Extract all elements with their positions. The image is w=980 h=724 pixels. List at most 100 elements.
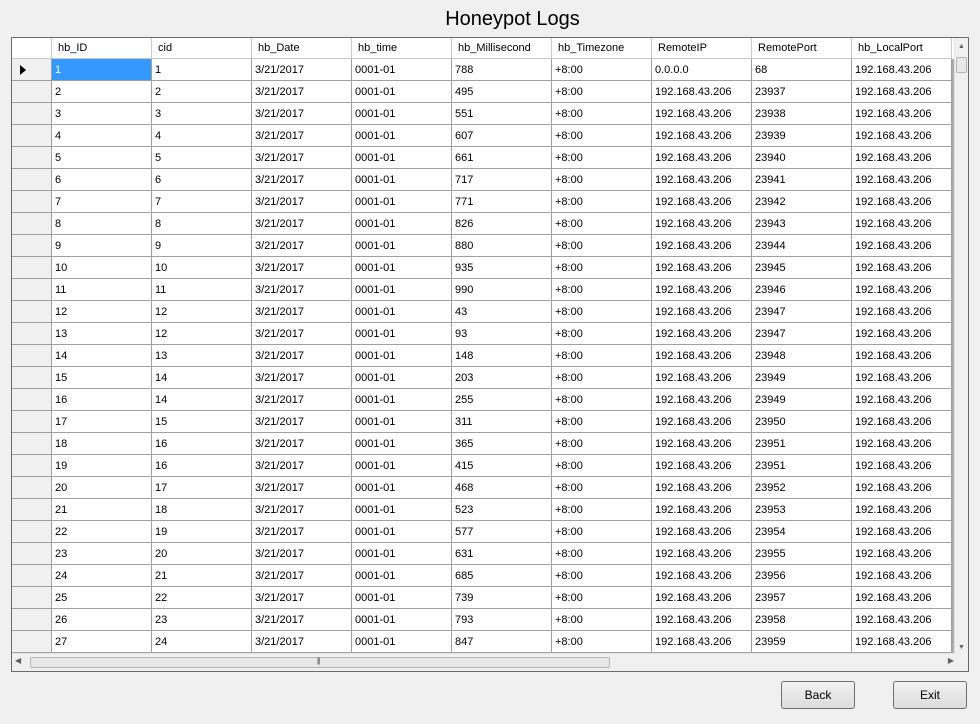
row-header[interactable] [12, 631, 52, 653]
table-cell-hb-id[interactable]: 17 [52, 411, 152, 433]
row-header[interactable] [12, 191, 52, 213]
table-cell-hb-id[interactable]: 23 [52, 543, 152, 565]
table-cell-hb-timezone[interactable]: +8:00 [552, 477, 652, 499]
table-cell-hb-id[interactable]: 1 [52, 59, 152, 81]
table-cell-cid[interactable]: 2 [152, 81, 252, 103]
table-cell-hb-time[interactable]: 0001-01 [352, 389, 452, 411]
table-cell-hb-id[interactable]: 24 [52, 565, 152, 587]
table-cell-remoteport[interactable]: 23950 [752, 411, 852, 433]
table-row[interactable]: 27 24 3/21/2017 0001-01 847 +8:00 192.168.43.2… [12, 631, 957, 653]
table-cell-hb-date[interactable]: 3/21/2017 [252, 125, 352, 147]
table-cell-hb-id[interactable]: 8 [52, 213, 152, 235]
row-header[interactable] [12, 587, 52, 609]
table-cell-cid[interactable]: 14 [152, 367, 252, 389]
table-cell-hb-timezone[interactable]: +8:00 [552, 169, 652, 191]
table-cell-hb-localport[interactable]: 192.168.43.206 [852, 301, 952, 323]
table-cell-hb-id[interactable]: 15 [52, 367, 152, 389]
table-cell-hb-localport[interactable]: 192.168.43.206 [852, 279, 952, 301]
table-cell-hb-date[interactable]: 3/21/2017 [252, 323, 352, 345]
table-cell-hb-timezone[interactable]: +8:00 [552, 543, 652, 565]
table-cell-remoteport[interactable]: 23953 [752, 499, 852, 521]
table-cell-hb-time[interactable]: 0001-01 [352, 477, 452, 499]
table-cell-cid[interactable]: 11 [152, 279, 252, 301]
table-cell-cid[interactable]: 13 [152, 345, 252, 367]
table-cell-remoteip[interactable]: 192.168.43.206 [652, 411, 752, 433]
table-cell-cid[interactable]: 15 [152, 411, 252, 433]
table-cell-remoteport[interactable]: 23937 [752, 81, 852, 103]
table-cell-cid[interactable]: 9 [152, 235, 252, 257]
table-cell-cid[interactable]: 12 [152, 301, 252, 323]
data-grid[interactable]: hb_ID cid hb_Date hb_time hb_Millisecond hb_T… [11, 37, 969, 672]
table-cell-hb-date[interactable]: 3/21/2017 [252, 345, 352, 367]
table-cell-cid[interactable]: 12 [152, 323, 252, 345]
table-cell-hb-id[interactable]: 7 [52, 191, 152, 213]
table-cell-hb-timezone[interactable]: +8:00 [552, 191, 652, 213]
table-cell-hb-timezone[interactable]: +8:00 [552, 213, 652, 235]
row-header[interactable] [12, 103, 52, 125]
table-cell-hb-localport[interactable]: 192.168.43.206 [852, 587, 952, 609]
row-header[interactable] [12, 125, 52, 147]
row-header[interactable] [12, 345, 52, 367]
column-header-hb-time[interactable]: hb_time [352, 38, 452, 59]
table-row[interactable]: 19 16 3/21/2017 0001-01 415 +8:00 192.168.43.2… [12, 455, 957, 477]
table-cell-hb-date[interactable]: 3/21/2017 [252, 301, 352, 323]
table-cell-hb-time[interactable]: 0001-01 [352, 147, 452, 169]
table-cell-cid[interactable]: 4 [152, 125, 252, 147]
table-cell-hb-millisecond[interactable]: 415 [452, 455, 552, 477]
table-cell-remoteport[interactable]: 23940 [752, 147, 852, 169]
table-cell-hb-date[interactable]: 3/21/2017 [252, 213, 352, 235]
table-cell-hb-time[interactable]: 0001-01 [352, 609, 452, 631]
table-cell-remoteip[interactable]: 192.168.43.206 [652, 301, 752, 323]
table-cell-hb-timezone[interactable]: +8:00 [552, 81, 652, 103]
table-cell-hb-millisecond[interactable]: 203 [452, 367, 552, 389]
table-cell-hb-localport[interactable]: 192.168.43.206 [852, 191, 952, 213]
table-row[interactable]: 20 17 3/21/2017 0001-01 468 +8:00 192.168.43.2… [12, 477, 957, 499]
table-cell-cid[interactable]: 16 [152, 455, 252, 477]
table-cell-hb-date[interactable]: 3/21/2017 [252, 433, 352, 455]
table-cell-hb-millisecond[interactable]: 631 [452, 543, 552, 565]
table-cell-remoteip[interactable]: 192.168.43.206 [652, 147, 752, 169]
table-cell-remoteport[interactable]: 23952 [752, 477, 852, 499]
table-cell-remoteip[interactable]: 192.168.43.206 [652, 565, 752, 587]
table-cell-hb-id[interactable]: 2 [52, 81, 152, 103]
table-cell-remoteip[interactable]: 192.168.43.206 [652, 631, 752, 653]
table-cell-remoteport[interactable]: 23943 [752, 213, 852, 235]
table-cell-cid[interactable]: 20 [152, 543, 252, 565]
table-cell-hb-time[interactable]: 0001-01 [352, 411, 452, 433]
table-cell-remoteip[interactable]: 192.168.43.206 [652, 389, 752, 411]
table-cell-cid[interactable]: 7 [152, 191, 252, 213]
table-cell-hb-millisecond[interactable]: 990 [452, 279, 552, 301]
table-cell-hb-id[interactable]: 27 [52, 631, 152, 653]
table-cell-hb-timezone[interactable]: +8:00 [552, 147, 652, 169]
table-cell-hb-time[interactable]: 0001-01 [352, 235, 452, 257]
table-cell-remoteport[interactable]: 23938 [752, 103, 852, 125]
row-header[interactable] [12, 279, 52, 301]
scroll-down-arrow-icon[interactable]: ▼ [957, 641, 966, 653]
table-row[interactable]: 10 10 3/21/2017 0001-01 935 +8:00 192.168.43.2… [12, 257, 957, 279]
table-cell-remoteip[interactable]: 192.168.43.206 [652, 521, 752, 543]
table-cell-hb-id[interactable]: 20 [52, 477, 152, 499]
table-cell-hb-timezone[interactable]: +8:00 [552, 125, 652, 147]
row-header[interactable] [12, 411, 52, 433]
table-cell-hb-localport[interactable]: 192.168.43.206 [852, 147, 952, 169]
table-cell-remoteport[interactable]: 23959 [752, 631, 852, 653]
table-cell-hb-time[interactable]: 0001-01 [352, 543, 452, 565]
table-row[interactable]: 5 5 3/21/2017 0001-01 661 +8:00 192.168.43.206… [12, 147, 957, 169]
table-cell-hb-id[interactable]: 5 [52, 147, 152, 169]
table-cell-hb-id[interactable]: 10 [52, 257, 152, 279]
table-cell-hb-timezone[interactable]: +8:00 [552, 411, 652, 433]
table-cell-hb-time[interactable]: 0001-01 [352, 279, 452, 301]
table-row[interactable]: 4 4 3/21/2017 0001-01 607 +8:00 192.168.43.206… [12, 125, 957, 147]
table-cell-remoteport[interactable]: 23957 [752, 587, 852, 609]
table-cell-hb-date[interactable]: 3/21/2017 [252, 191, 352, 213]
table-cell-hb-localport[interactable]: 192.168.43.206 [852, 213, 952, 235]
table-cell-hb-id[interactable]: 9 [52, 235, 152, 257]
table-row[interactable]: 7 7 3/21/2017 0001-01 771 +8:00 192.168.43.206… [12, 191, 957, 213]
table-cell-hb-localport[interactable]: 192.168.43.206 [852, 543, 952, 565]
table-cell-remoteip[interactable]: 192.168.43.206 [652, 477, 752, 499]
table-cell-hb-timezone[interactable]: +8:00 [552, 279, 652, 301]
table-cell-hb-millisecond[interactable]: 826 [452, 213, 552, 235]
table-cell-remoteip[interactable]: 192.168.43.206 [652, 433, 752, 455]
table-cell-remoteport[interactable]: 23945 [752, 257, 852, 279]
table-row[interactable]: 16 14 3/21/2017 0001-01 255 +8:00 192.168.43.2… [12, 389, 957, 411]
